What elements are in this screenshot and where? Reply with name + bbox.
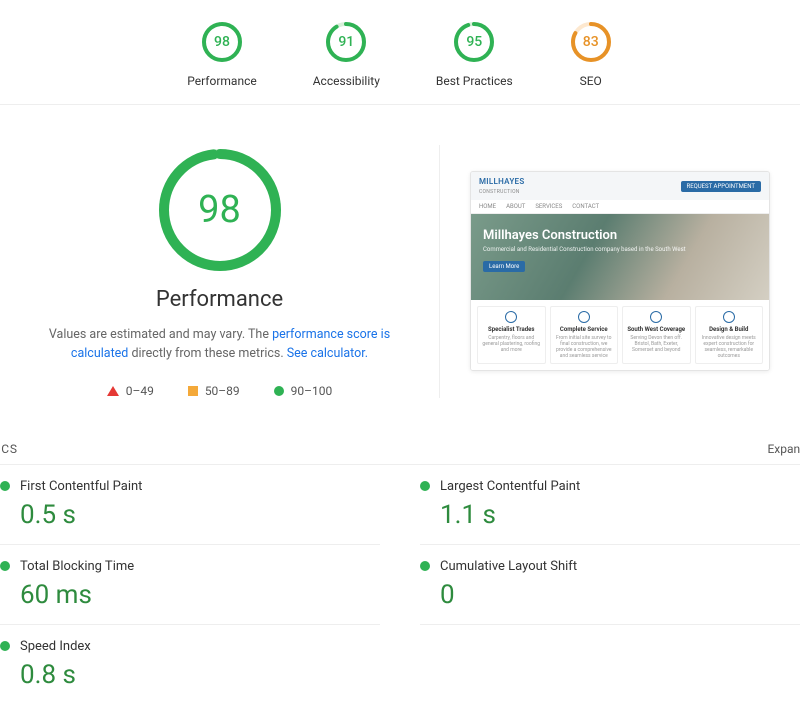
score-label: Performance [187,74,256,88]
metric-name: First Contentful Paint [20,479,142,494]
hero-description: Values are estimated and may vary. The p… [20,326,419,364]
score-value: 91 [324,20,368,64]
metric-tbt[interactable]: Total Blocking Time 60 ms [0,545,380,625]
metric-name: Largest Contentful Paint [440,479,580,494]
metric-name: Total Blocking Time [20,559,134,574]
legend-bad: 0–49 [107,384,154,398]
status-dot-icon [0,561,10,571]
score-label: Best Practices [436,74,513,88]
screenshot-thumb: MILLHAYESCONSTRUCTION REQUEST APPOINTMEN… [470,171,770,371]
status-dot-icon [0,481,10,491]
score-label: Accessibility [313,74,380,88]
score-legend: 0–49 50–89 90–100 [20,384,419,398]
metric-value: 0 [440,580,800,610]
score-performance[interactable]: 98 Performance [187,20,256,88]
performance-gauge: 98 [155,145,285,275]
gauge-icon: 83 [569,20,613,64]
metrics-grid: First Contentful Paint 0.5 s Largest Con… [0,465,800,704]
metric-fcp[interactable]: First Contentful Paint 0.5 s [0,465,380,545]
status-dot-icon [420,481,430,491]
metric-value: 1.1 s [440,500,800,530]
legend-good: 90–100 [274,384,333,398]
status-dot-icon [420,561,430,571]
metrics-header: METRICS Expand view [0,418,800,465]
score-value: 83 [569,20,613,64]
metric-lcp[interactable]: Largest Contentful Paint 1.1 s [420,465,800,545]
gauge-icon: 95 [452,20,496,64]
score-seo[interactable]: 83 SEO [569,20,613,88]
hero-section: 98 Performance Values are estimated and … [0,105,800,418]
score-label: SEO [569,74,613,88]
score-value: 98 [200,20,244,64]
gauge-icon: 91 [324,20,368,64]
metric-name: Cumulative Layout Shift [440,559,577,574]
page-screenshot: MILLHAYESCONSTRUCTION REQUEST APPOINTMEN… [460,145,780,398]
score-value: 95 [452,20,496,64]
legend-mid: 50–89 [188,384,240,398]
hero-left: 98 Performance Values are estimated and … [20,145,440,398]
score-best-practices[interactable]: 95 Best Practices [436,20,513,88]
circle-icon [274,386,284,396]
expand-view-button[interactable]: Expand view [767,442,800,456]
hero-title: Performance [20,287,419,312]
link-see-calculator[interactable]: See calculator. [287,346,368,361]
score-accessibility[interactable]: 91 Accessibility [313,20,380,88]
metric-name: Speed Index [20,639,91,654]
metric-cls[interactable]: Cumulative Layout Shift 0 [420,545,800,625]
metric-value: 60 ms [20,580,380,610]
metric-value: 0.5 s [20,500,380,530]
triangle-icon [107,386,119,396]
square-icon [188,386,198,396]
gauge-icon: 98 [200,20,244,64]
metric-si[interactable]: Speed Index 0.8 s [0,625,380,704]
category-score-row: 98 Performance 91 Accessibility 95 Best … [0,0,800,105]
metrics-title: METRICS [0,442,18,456]
metric-value: 0.8 s [20,660,380,690]
performance-score: 98 [155,145,285,275]
